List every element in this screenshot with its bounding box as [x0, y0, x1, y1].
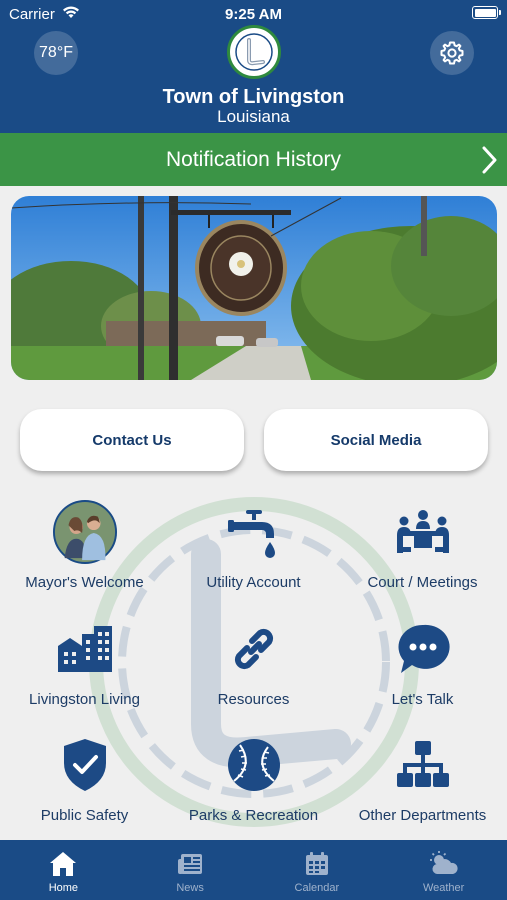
tab-label: Weather: [422, 882, 465, 894]
grid-label: Parks & Recreation: [188, 807, 319, 824]
grid-label: Other Departments: [358, 807, 487, 824]
water-faucet-icon: [222, 500, 286, 564]
town-logo: [227, 25, 281, 79]
city-buildings-icon: [53, 617, 117, 681]
grid-item-public-safety[interactable]: Public Safety: [0, 733, 169, 824]
grid-item-court-meetings[interactable]: Court / Meetings: [338, 500, 507, 591]
tab-home[interactable]: Home: [0, 840, 127, 900]
grid-item-resources[interactable]: Resources: [169, 617, 338, 708]
grid-item-lets-talk[interactable]: Let's Talk: [338, 617, 507, 708]
tab-label: News: [176, 882, 204, 894]
calendar-icon: [305, 852, 328, 875]
shield-check-icon: [53, 733, 117, 797]
grid-item-mayors-welcome[interactable]: Mayor's Welcome: [0, 500, 169, 591]
tab-news[interactable]: News: [127, 840, 254, 900]
app-header: Carrier 9:25 AM 78°F Town of Livingston …: [0, 0, 507, 133]
grid-label: Mayor's Welcome: [25, 574, 144, 591]
gear-icon: [440, 41, 464, 65]
tab-label: Home: [48, 882, 79, 894]
grid-label: Livingston Living: [29, 691, 140, 708]
grid-item-other-departments[interactable]: Other Departments: [338, 733, 507, 824]
status-bar: Carrier 9:25 AM: [0, 0, 507, 28]
settings-button[interactable]: [430, 31, 474, 75]
app-subtitle: Louisiana: [217, 107, 290, 126]
grid-label: Court / Meetings: [367, 574, 478, 591]
grid-item-livingston-living[interactable]: Livingston Living: [0, 617, 169, 708]
chevron-right-icon: [481, 146, 497, 180]
notification-history-bar[interactable]: Notification History: [0, 133, 507, 186]
town-sign-photo: [11, 196, 497, 380]
grid-label: Resources: [217, 691, 290, 708]
mayor-photo: [52, 500, 117, 564]
baseball-icon: [222, 733, 286, 797]
tab-label: Calendar: [294, 882, 340, 894]
meeting-icon: [391, 500, 455, 564]
home-icon: [50, 852, 77, 876]
grid-item-utility-account[interactable]: Utility Account: [169, 500, 338, 591]
temperature-badge[interactable]: 78°F: [34, 31, 78, 75]
newspaper-icon: [178, 854, 203, 874]
link-icon: [222, 617, 286, 681]
status-time: 9:25 AM: [225, 6, 282, 23]
tab-weather[interactable]: Weather: [380, 840, 507, 900]
tab-bar: Home News Calendar Weather: [0, 840, 507, 900]
social-media-button[interactable]: Social Media: [264, 409, 488, 471]
grid-label: Let's Talk: [391, 691, 454, 708]
grid-item-parks-recreation[interactable]: Parks & Recreation: [169, 733, 338, 824]
grid-label: Public Safety: [40, 807, 129, 824]
weather-icon: [429, 851, 458, 874]
app-title: Town of Livingston: [162, 86, 345, 108]
tab-calendar[interactable]: Calendar: [254, 840, 381, 900]
notification-history-label: Notification History: [165, 147, 342, 171]
battery-icon: [472, 6, 501, 19]
org-chart-icon: [391, 733, 455, 797]
grid-label: Utility Account: [206, 574, 301, 591]
chat-bubble-icon: [391, 617, 455, 681]
contact-us-button[interactable]: Contact Us: [20, 409, 244, 471]
